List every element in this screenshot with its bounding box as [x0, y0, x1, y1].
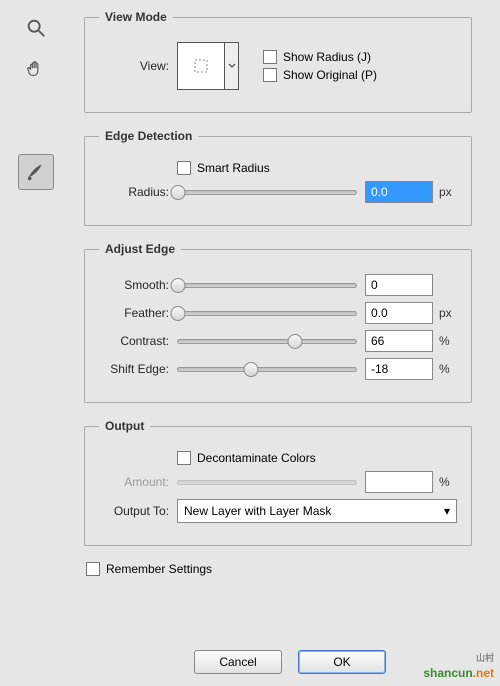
amount-slider	[177, 480, 357, 485]
smooth-input[interactable]	[365, 274, 433, 296]
radius-input[interactable]	[365, 181, 433, 203]
shift-edge-unit: %	[433, 362, 457, 376]
adjust-edge-group: Adjust Edge Smooth: Feather: px Contrast…	[84, 242, 472, 403]
shift-edge-label: Shift Edge:	[99, 362, 177, 376]
radius-unit: px	[433, 185, 457, 199]
chevron-down-icon: ▾	[444, 504, 450, 518]
contrast-label: Contrast:	[99, 334, 177, 348]
remember-settings-checkbox[interactable]	[86, 562, 100, 576]
view-label: View:	[99, 59, 177, 73]
smooth-slider[interactable]	[177, 283, 357, 288]
view-mode-group: View Mode View: Show Radius (J) Show Ori…	[84, 10, 472, 113]
refine-brush-tool[interactable]	[18, 154, 54, 190]
decontaminate-checkbox[interactable]	[177, 451, 191, 465]
slider-thumb[interactable]	[171, 306, 186, 321]
feather-input[interactable]	[365, 302, 433, 324]
decontaminate-label: Decontaminate Colors	[197, 451, 316, 465]
show-radius-label: Show Radius (J)	[283, 50, 371, 64]
smart-radius-label: Smart Radius	[197, 161, 270, 175]
amount-unit: %	[433, 475, 457, 489]
remember-settings-label: Remember Settings	[106, 562, 212, 576]
hand-tool[interactable]	[18, 52, 54, 88]
slider-thumb[interactable]	[171, 278, 186, 293]
amount-label: Amount:	[99, 475, 177, 489]
output-to-value: New Layer with Layer Mask	[184, 504, 331, 518]
amount-input	[365, 471, 433, 493]
ok-button[interactable]: OK	[298, 650, 386, 674]
brush-icon	[25, 161, 47, 183]
output-legend: Output	[99, 419, 150, 433]
zoom-icon	[25, 17, 47, 39]
view-mode-legend: View Mode	[99, 10, 173, 24]
output-to-dropdown[interactable]: New Layer with Layer Mask ▾	[177, 499, 457, 523]
watermark: 山村 shancun.net	[423, 651, 494, 682]
output-group: Output Decontaminate Colors Amount: % Ou…	[84, 419, 472, 546]
shift-edge-input[interactable]	[365, 358, 433, 380]
show-original-label: Show Original (P)	[283, 68, 377, 82]
shift-edge-slider[interactable]	[177, 367, 357, 372]
feather-unit: px	[433, 306, 457, 320]
adjust-edge-legend: Adjust Edge	[99, 242, 181, 256]
contrast-slider[interactable]	[177, 339, 357, 344]
zoom-tool[interactable]	[18, 10, 54, 46]
slider-thumb[interactable]	[288, 334, 303, 349]
view-dropdown-button[interactable]	[225, 42, 239, 90]
view-swatch[interactable]	[177, 42, 225, 90]
cancel-button[interactable]: Cancel	[194, 650, 282, 674]
slider-thumb[interactable]	[171, 185, 186, 200]
hand-icon	[25, 59, 47, 81]
show-radius-checkbox[interactable]	[263, 50, 277, 64]
output-to-label: Output To:	[99, 504, 177, 518]
slider-thumb[interactable]	[243, 362, 258, 377]
smooth-label: Smooth:	[99, 278, 177, 292]
chevron-down-icon	[228, 62, 236, 70]
marching-ants-icon	[194, 59, 208, 73]
show-original-checkbox[interactable]	[263, 68, 277, 82]
feather-label: Feather:	[99, 306, 177, 320]
edge-detection-legend: Edge Detection	[99, 129, 198, 143]
contrast-input[interactable]	[365, 330, 433, 352]
smart-radius-checkbox[interactable]	[177, 161, 191, 175]
radius-slider[interactable]	[177, 190, 357, 195]
edge-detection-group: Edge Detection Smart Radius Radius: px	[84, 129, 472, 226]
contrast-unit: %	[433, 334, 457, 348]
radius-label: Radius:	[99, 185, 177, 199]
feather-slider[interactable]	[177, 311, 357, 316]
